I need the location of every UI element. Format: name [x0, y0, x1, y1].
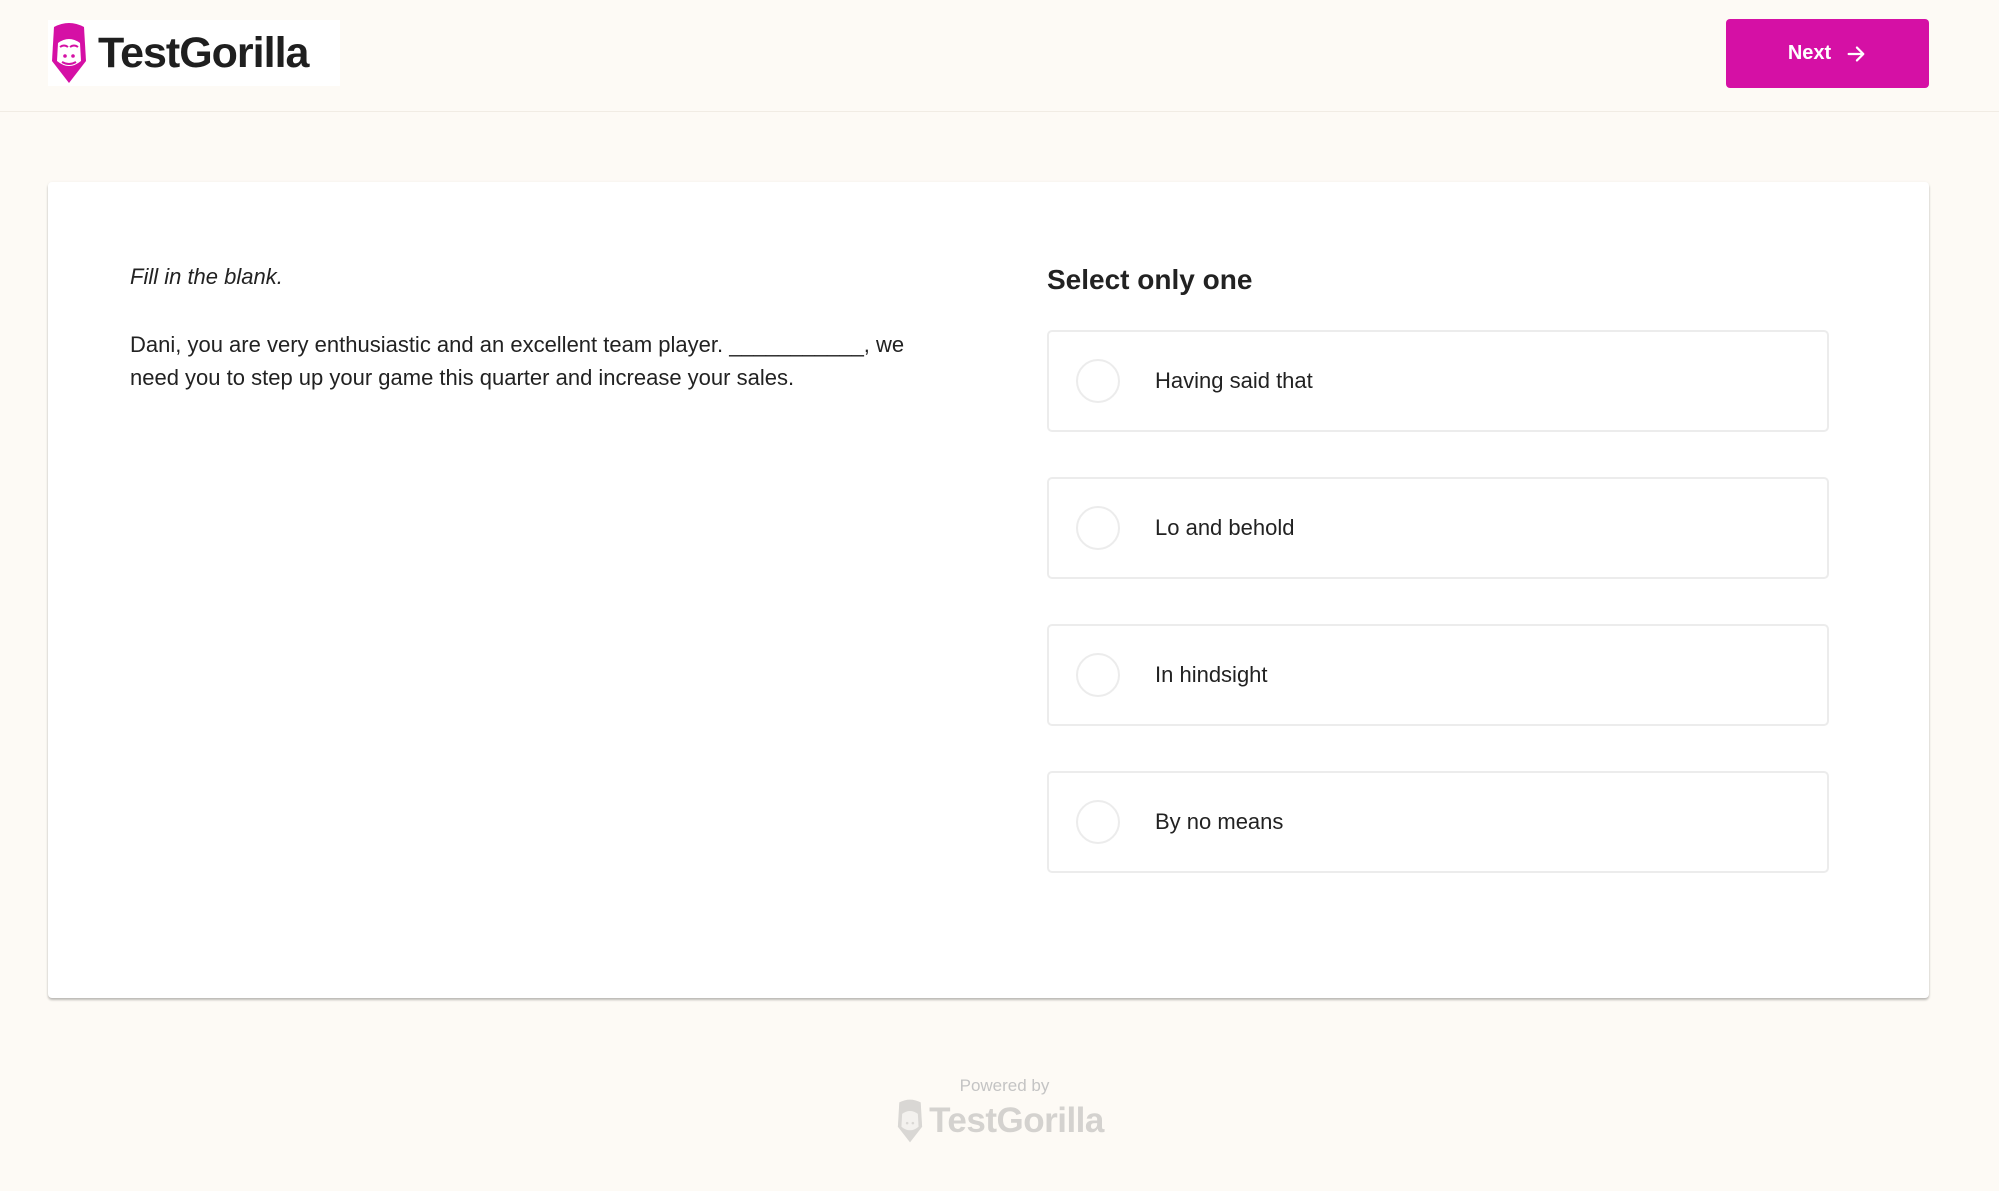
header: TestGorilla Next	[0, 0, 1999, 112]
footer: Powered by TestGorilla	[0, 1076, 1999, 1149]
footer-logo: TestGorilla	[895, 1098, 1104, 1144]
next-label: Next	[1787, 42, 1832, 64]
radio-button[interactable]	[1076, 653, 1120, 697]
answer-option-label: By no means	[1155, 809, 1284, 834]
powered-by-text: Powered by	[959, 1076, 1050, 1095]
answer-title: Select only one	[1047, 264, 1253, 295]
answer-option-label: Having said that	[1155, 368, 1313, 393]
question-instruction: Fill in the blank.	[130, 264, 283, 289]
gorilla-icon	[897, 1099, 923, 1143]
brand-name: TestGorilla	[98, 28, 309, 77]
answer-option[interactable]: By no means	[1047, 771, 1829, 873]
question-card: Fill in the blank. Dani, you are very en…	[48, 182, 1929, 998]
radio-button[interactable]	[1076, 359, 1120, 403]
answer-option[interactable]: Lo and behold	[1047, 477, 1829, 579]
answer-option-label: Lo and behold	[1155, 515, 1295, 540]
radio-button[interactable]	[1076, 506, 1120, 550]
answer-option[interactable]: Having said that	[1047, 330, 1829, 432]
gorilla-icon	[52, 23, 86, 83]
answer-option[interactable]: In hindsight	[1047, 624, 1829, 726]
question-text: Dani, you are very enthusiastic and an e…	[130, 332, 905, 390]
radio-button[interactable]	[1076, 800, 1120, 844]
answer-option-label: In hindsight	[1155, 662, 1268, 687]
footer-brand-name: TestGorilla	[929, 1101, 1104, 1140]
testgorilla-logo: TestGorilla	[48, 20, 340, 86]
arrow-right-icon	[1847, 45, 1865, 62]
next-button[interactable]: Next	[1726, 19, 1929, 88]
